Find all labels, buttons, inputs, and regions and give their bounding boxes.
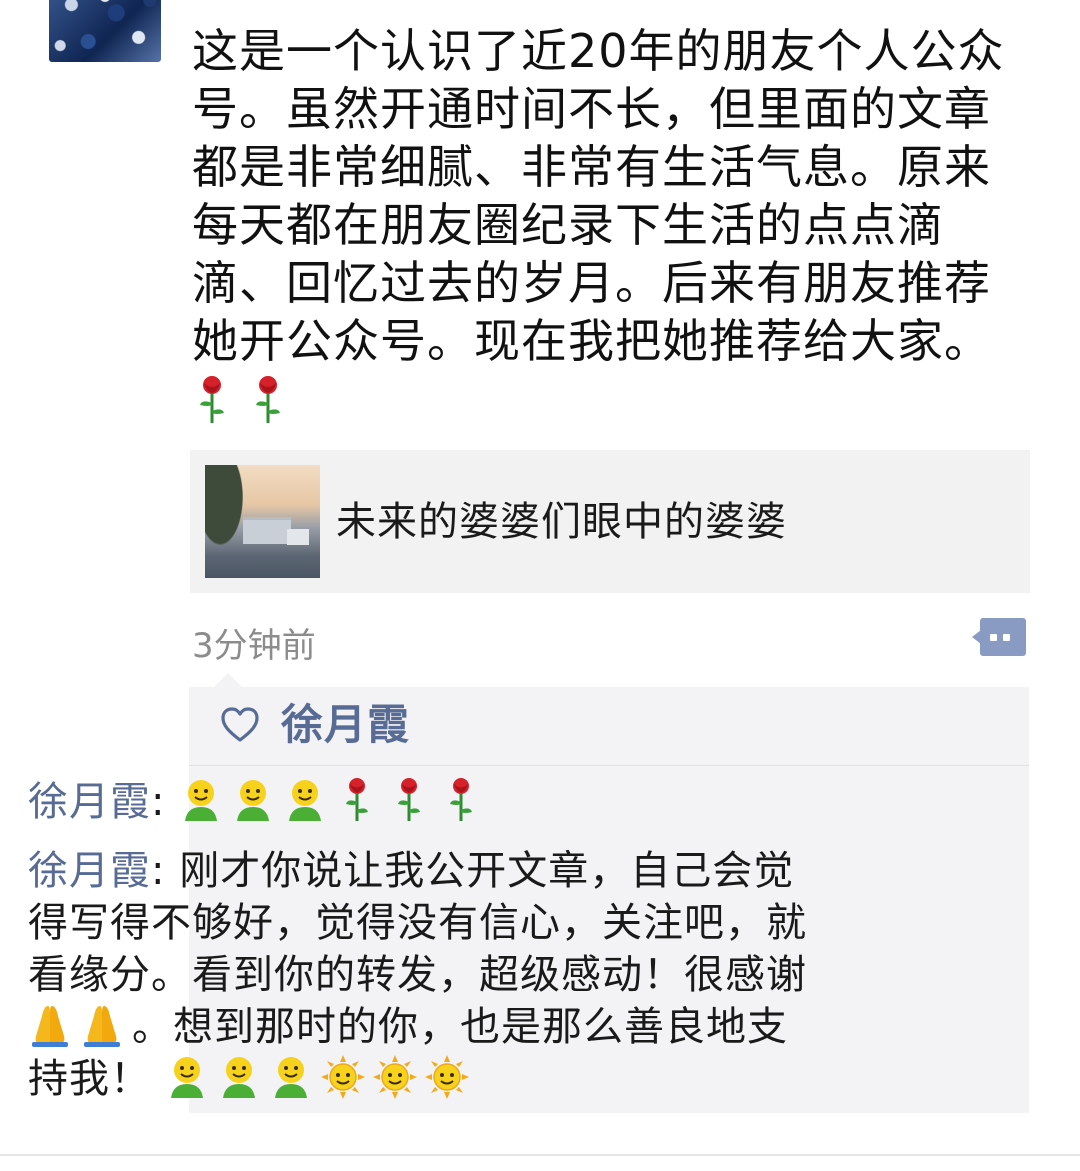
article-thumbnail bbox=[205, 465, 320, 578]
sun-emoji-icon bbox=[320, 1055, 365, 1099]
rose-emoji-icon bbox=[450, 778, 473, 821]
pray-emoji-icon bbox=[84, 1006, 120, 1047]
smile-emoji-icon bbox=[289, 780, 322, 821]
heart-icon bbox=[221, 707, 259, 742]
article-title: 未来的婆婆们眼中的婆婆 bbox=[336, 499, 787, 545]
rose-emoji-icon bbox=[398, 778, 421, 821]
comment-author[interactable]: 徐月霞 bbox=[28, 848, 151, 894]
feed-divider bbox=[0, 1154, 1080, 1156]
sun-emoji-icon bbox=[424, 1055, 469, 1099]
post-text: 这是一个认识了近20年的朋友个人公众号。虽然开通时间不长，但里面的文章都是非常细… bbox=[192, 22, 1022, 428]
comment-separator: : bbox=[151, 848, 180, 894]
comment-box-pointer bbox=[214, 673, 242, 687]
comment-more-icon[interactable] bbox=[972, 618, 1026, 656]
avatar[interactable] bbox=[49, 0, 161, 62]
smile-emoji-icon bbox=[237, 780, 270, 821]
smile-emoji-icon bbox=[222, 1057, 255, 1098]
rose-emoji-icon bbox=[346, 778, 369, 821]
smile-emoji-icon bbox=[274, 1057, 307, 1098]
post-timestamp: 3分钟前 bbox=[192, 626, 316, 666]
shared-article-card[interactable]: 未来的婆婆们眼中的婆婆 bbox=[190, 450, 1030, 593]
rose-emoji-icon bbox=[256, 376, 280, 423]
comment-author[interactable]: 徐月霞 bbox=[28, 779, 151, 825]
smile-emoji-icon bbox=[170, 1057, 203, 1098]
moments-feed-item: 这是一个认识了近20年的朋友个人公众号。虽然开通时间不长，但里面的文章都是非常细… bbox=[0, 0, 1080, 1171]
post-body: 这是一个认识了近20年的朋友个人公众号。虽然开通时间不长，但里面的文章都是非常细… bbox=[192, 24, 1005, 368]
sun-emoji-icon bbox=[372, 1055, 417, 1099]
smile-emoji-icon bbox=[185, 780, 218, 821]
pray-emoji-icon bbox=[32, 1006, 68, 1047]
like-user-name[interactable]: 徐月霞 bbox=[281, 699, 410, 751]
likes-row: 徐月霞 bbox=[189, 687, 1029, 766]
rose-emoji-icon bbox=[200, 376, 224, 423]
comment-item[interactable]: 徐月霞: 刚才你说让我公开文章，自己会觉得写得不够好，觉得没有信心，关注吧，就看… bbox=[28, 845, 818, 1105]
comment-separator: : bbox=[151, 779, 180, 825]
comment-item[interactable]: 徐月霞: bbox=[28, 776, 818, 828]
